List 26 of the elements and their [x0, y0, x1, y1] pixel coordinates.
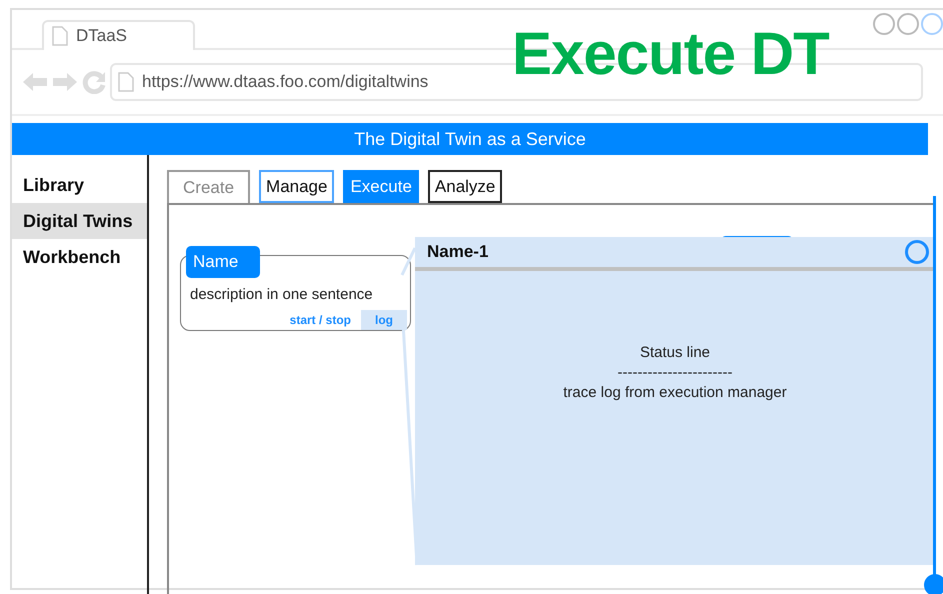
sidebar-item[interactable]: Digital Twins	[12, 203, 147, 239]
card-description: description in one sentence	[190, 285, 373, 305]
window-control-icon[interactable]	[921, 13, 943, 35]
sidebar-item[interactable]: Workbench	[12, 239, 147, 275]
reload-icon[interactable]	[82, 70, 106, 94]
circle-icon[interactable]	[905, 240, 929, 264]
url-text: https://www.dtaas.foo.com/digitaltwins	[142, 71, 428, 94]
forward-icon[interactable]	[52, 71, 78, 93]
card-title: Name	[186, 246, 260, 278]
page-icon	[118, 72, 134, 92]
log-line: Status line	[640, 343, 710, 363]
window-control-icon[interactable]	[873, 13, 895, 35]
log-line: trace log from execution manager	[563, 383, 787, 403]
app-header: The Digital Twin as a Service	[12, 123, 928, 155]
tab[interactable]: Execute	[343, 170, 419, 203]
panel-title: Name-1	[427, 241, 488, 264]
browser-tab[interactable]: DTaaS	[42, 20, 195, 50]
log-line: -----------------------	[618, 363, 732, 383]
window-control-icon[interactable]	[897, 13, 919, 35]
page-icon	[52, 26, 68, 46]
sidebar-item[interactable]: Library	[12, 167, 147, 203]
tab[interactable]: Analyze	[428, 170, 502, 203]
scroll-handle[interactable]	[924, 574, 943, 594]
tab[interactable]: Manage	[259, 170, 334, 203]
back-icon[interactable]	[22, 71, 48, 93]
tab-title: DTaaS	[76, 25, 128, 48]
